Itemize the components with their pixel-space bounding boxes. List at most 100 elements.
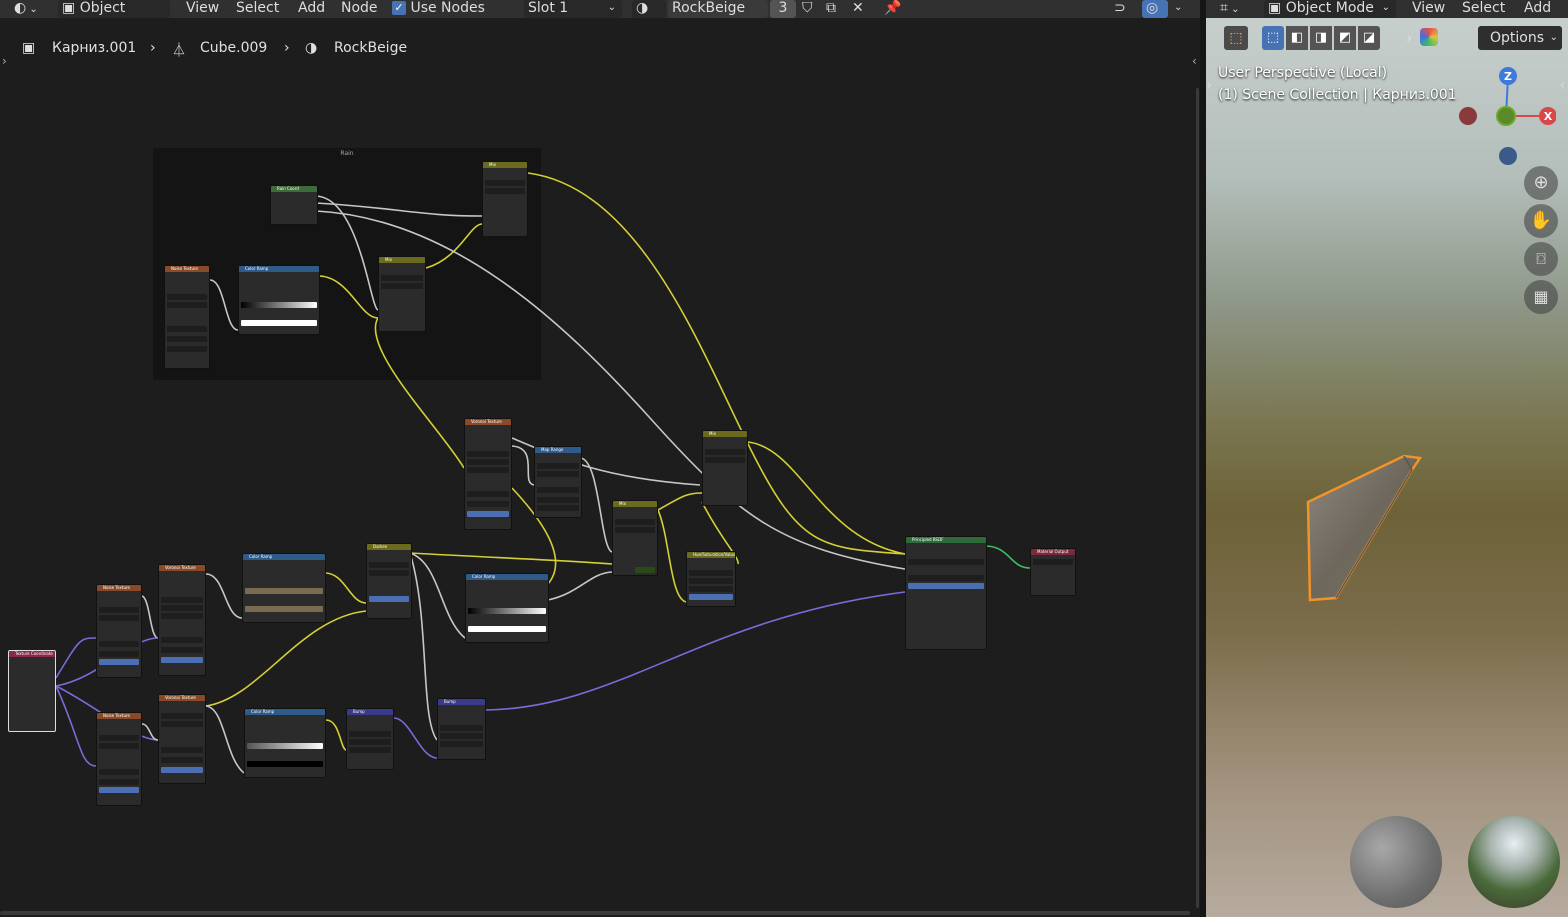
active-tool-icon[interactable] bbox=[1420, 28, 1438, 46]
viewport-3d[interactable]: ⬚ ⬚ ◧ ◨ ◩ ◪ › Options ⌄ User Perspective… bbox=[1206, 18, 1568, 917]
menu-view[interactable]: View bbox=[186, 0, 219, 18]
node-voronoi-texture-2[interactable]: Voronoi Texture bbox=[158, 694, 206, 784]
editor-type-button[interactable]: ◐ ⌄ bbox=[14, 0, 48, 18]
duplicate-material-icon[interactable]: ⧉ bbox=[826, 0, 836, 18]
node-color-ramp-3[interactable]: Color Ramp bbox=[465, 573, 549, 643]
node-texture-coordinate[interactable]: Texture Coordinate bbox=[8, 650, 56, 732]
navigation-gizmo[interactable]: Z X bbox=[1456, 66, 1556, 176]
node-voronoi-mid[interactable]: Voronoi Texture bbox=[464, 418, 512, 530]
node-bump-1[interactable]: Bump bbox=[346, 708, 394, 770]
options-dropdown[interactable]: Options ⌄ bbox=[1478, 26, 1562, 50]
viewport-menu-select[interactable]: Select bbox=[1462, 0, 1505, 18]
grid-perspective-icon[interactable]: ▦ bbox=[1524, 280, 1558, 314]
node-principled-bsdf[interactable]: Principled BSDF bbox=[905, 536, 987, 650]
overlay-dropdown[interactable]: ⌄ bbox=[1174, 0, 1182, 18]
node-map-range[interactable]: Map Range bbox=[534, 446, 582, 518]
menu-add[interactable]: Add bbox=[298, 0, 325, 18]
link bbox=[209, 279, 239, 331]
node-editor-canvas[interactable]: ▣ Карниз.001 › ⏃ Cube.009 › ◑ RockBeige … bbox=[0, 18, 1200, 917]
viewport-menu-view[interactable]: View bbox=[1412, 0, 1445, 18]
node-title: Voronoi Texture bbox=[159, 565, 205, 571]
mode-subtract-icon[interactable]: ◨ bbox=[1310, 26, 1332, 50]
node-noise-texture-1[interactable]: Noise Texture bbox=[96, 584, 142, 678]
node-color-ramp-1[interactable]: Color Ramp bbox=[242, 553, 326, 623]
node-darken[interactable]: Darken bbox=[366, 543, 412, 619]
node-title: Texture Coordinate bbox=[9, 651, 55, 657]
chevron-right-icon[interactable]: › bbox=[1406, 28, 1412, 47]
node-bump-2[interactable]: Bump bbox=[437, 698, 486, 760]
link bbox=[409, 552, 438, 741]
mode-invert-icon[interactable]: ◩ bbox=[1334, 26, 1356, 50]
node-title: Bump bbox=[438, 699, 485, 705]
node-noise-texture-rain[interactable]: Noise Texture bbox=[164, 265, 210, 369]
vertical-scrollbar[interactable] bbox=[1196, 88, 1199, 908]
node-mix-top[interactable]: Mix bbox=[482, 161, 528, 237]
link bbox=[657, 509, 687, 603]
viewport-header: ⌗ ⌄ ▣ Object Mode ⌄ View Select Add bbox=[1206, 0, 1568, 18]
node-editor-icon: ◐ bbox=[14, 0, 27, 16]
viewport-menu-add[interactable]: Add bbox=[1524, 0, 1551, 18]
editor-type-button[interactable]: ⌗ ⌄ bbox=[1220, 0, 1239, 18]
hand-pan-icon[interactable]: ✋ bbox=[1524, 204, 1558, 238]
node-hue-saturation-value[interactable]: Hue/Saturation/Value bbox=[686, 551, 736, 607]
node-mix-right[interactable]: Mix bbox=[702, 430, 748, 506]
link bbox=[547, 571, 613, 601]
mode-new-icon[interactable]: ⬚ bbox=[1262, 26, 1284, 50]
selected-object-cornice[interactable] bbox=[1302, 450, 1432, 610]
slot-dropdown[interactable]: Slot 1 ⌄ bbox=[524, 0, 622, 18]
link bbox=[315, 195, 379, 311]
camera-icon[interactable]: ⌼ bbox=[1524, 242, 1558, 276]
node-color-ramp-rain[interactable]: Color Ramp bbox=[238, 265, 320, 335]
node-title: Mix bbox=[379, 257, 425, 263]
node-title: Hue/Saturation/Value bbox=[687, 552, 735, 558]
object-mode-dropdown[interactable]: ▣ Object bbox=[58, 0, 170, 18]
viewport-mode-label: Object Mode bbox=[1285, 0, 1374, 16]
node-mix-rain[interactable]: Mix bbox=[378, 256, 426, 332]
sidebar-toggle-right[interactable]: ‹ bbox=[1560, 78, 1565, 92]
material-browse-button[interactable]: ◑ bbox=[632, 0, 666, 18]
select-box-tool[interactable]: ⬚ bbox=[1224, 26, 1248, 50]
menu-node[interactable]: Node bbox=[341, 0, 378, 18]
node-material-output[interactable]: Material Output bbox=[1030, 548, 1076, 596]
use-nodes-checkbox[interactable]: ✓ Use Nodes bbox=[392, 0, 485, 18]
node-voronoi-texture-1[interactable]: Voronoi Texture bbox=[158, 564, 206, 676]
node-noise-texture-2[interactable]: Noise Texture bbox=[96, 712, 142, 806]
link bbox=[747, 441, 906, 555]
mode-extend-icon[interactable]: ◧ bbox=[1286, 26, 1308, 50]
horizontal-scrollbar[interactable] bbox=[0, 911, 1190, 915]
material-name-field[interactable]: RockBeige bbox=[668, 0, 768, 18]
node-title: Rain Coord bbox=[271, 186, 317, 192]
node-title: Voronoi Texture bbox=[159, 695, 205, 701]
node-color-ramp-2[interactable]: Color Ramp bbox=[244, 708, 326, 778]
overlay-toggle[interactable]: ◎ bbox=[1142, 0, 1168, 18]
node-title: Color Ramp bbox=[243, 554, 325, 560]
zoom-icon[interactable]: ⊕ bbox=[1524, 166, 1558, 200]
node-editor-header: ◐ ⌄ ▣ Object View Select Add Node ✓ Use … bbox=[0, 0, 1205, 18]
pin-icon[interactable]: 📌 bbox=[884, 0, 901, 18]
node-mix-center[interactable]: Mix bbox=[612, 500, 658, 576]
node-title: Mix bbox=[483, 162, 527, 168]
mode-intersect-icon[interactable]: ◪ bbox=[1358, 26, 1380, 50]
link bbox=[374, 317, 465, 469]
node-rain-coord[interactable]: Rain Coord bbox=[270, 185, 318, 225]
material-user-count[interactable]: 3 bbox=[770, 0, 796, 18]
link bbox=[657, 492, 703, 511]
link bbox=[425, 223, 483, 269]
fake-user-icon[interactable]: ⛉ bbox=[802, 0, 813, 18]
node-title: Noise Texture bbox=[165, 266, 209, 272]
link bbox=[984, 545, 1031, 569]
node-title: Color Ramp bbox=[466, 574, 548, 580]
material-preview-sphere bbox=[1350, 816, 1442, 908]
sidebar-toggle-left[interactable]: › bbox=[1207, 78, 1212, 92]
link bbox=[205, 573, 243, 619]
unlink-material-icon[interactable]: ✕ bbox=[852, 0, 864, 18]
node-title: Map Range bbox=[535, 447, 581, 453]
link bbox=[205, 705, 245, 774]
object-mode-dropdown[interactable]: ▣ Object Mode ⌄ bbox=[1264, 0, 1396, 18]
overlay-icon: ◎ bbox=[1146, 0, 1159, 16]
gizmo-x-label: X bbox=[1544, 110, 1553, 123]
node-title: Darken bbox=[367, 544, 411, 550]
object-mode-icon: ▣ bbox=[1268, 0, 1282, 16]
snap-icon[interactable]: ⊃ bbox=[1114, 0, 1126, 18]
menu-select[interactable]: Select bbox=[236, 0, 279, 18]
